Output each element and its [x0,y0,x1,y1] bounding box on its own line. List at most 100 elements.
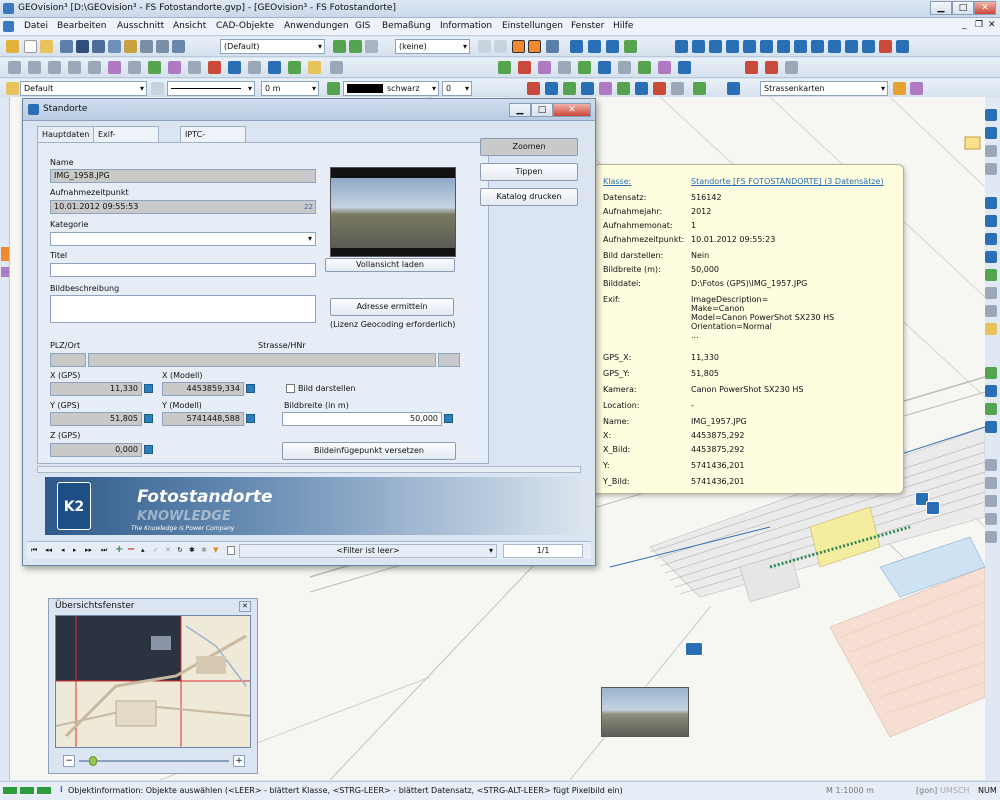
rotate-b-icon[interactable] [985,385,997,397]
dialog-close-button[interactable]: ✕ [553,103,591,117]
attr-a-icon[interactable] [527,82,540,95]
search-record-icon[interactable]: ✱ [189,546,195,554]
nav-left-icon[interactable] [985,145,997,157]
first-record-icon[interactable]: ⏮ [31,546,37,555]
menu-bemassung[interactable]: Bemaßung [382,21,431,31]
add-record-icon[interactable]: + [115,544,123,555]
modify-d-icon[interactable] [558,61,571,74]
filter-checkbox[interactable] [227,546,235,555]
name-field[interactable]: IMG_1958.JPG [50,169,316,183]
table-icon[interactable] [268,61,281,74]
info-f-icon[interactable] [760,40,773,53]
tippen-button[interactable]: Tippen [480,163,578,181]
measure-b-icon[interactable] [985,477,997,489]
info-l-icon[interactable] [862,40,875,53]
rotate-d-icon[interactable] [985,421,997,433]
menu-bearbeiten[interactable]: Bearbeiten [57,21,106,31]
zoom-out-icon[interactable] [985,215,997,227]
menu-cad-objekte[interactable]: CAD-Objekte [216,21,274,31]
bildbreite-input[interactable]: 50,000 [282,412,442,426]
attr-f-icon[interactable] [617,82,630,95]
delete-record-icon[interactable]: − [127,544,135,555]
delete-b-icon[interactable] [765,61,778,74]
map-photo-thumbnail[interactable] [601,687,689,737]
bildbreite-calc-icon[interactable] [444,414,453,423]
menu-einstellungen[interactable]: Einstellungen [502,21,563,31]
color-pick-icon[interactable] [327,82,340,95]
style-edit-icon[interactable] [151,82,164,95]
point-icon[interactable] [8,61,21,74]
rotate-a-icon[interactable] [985,367,997,379]
export-icon[interactable] [124,40,137,53]
polyline-icon[interactable] [48,61,61,74]
mdi-minimize-icon[interactable]: _ [962,20,967,30]
measure-a-icon[interactable] [985,459,997,471]
menu-gis[interactable]: GIS [355,21,370,31]
slider-thumb[interactable] [89,756,97,766]
block-icon[interactable] [228,61,241,74]
layer3-icon[interactable] [365,40,378,53]
adresse-ermitteln-button[interactable]: Adresse ermitteln [330,298,454,316]
kategorie-select[interactable]: ▾ [50,232,316,246]
time-field[interactable]: 10.01.2012 09:55:53 22 [50,200,316,214]
linetype-combo[interactable] [167,81,255,96]
ort-strasse-field[interactable] [88,353,436,367]
last-record-icon[interactable]: ⏭ [101,546,107,555]
measure-e-icon[interactable] [985,531,997,543]
modify-e-icon[interactable] [578,61,591,74]
arc-icon[interactable] [88,61,101,74]
zoom-in-icon[interactable] [985,197,997,209]
filter-combo[interactable]: <Filter ist leer> ▾ [239,544,497,558]
modify-f-icon[interactable] [598,61,611,74]
zoom-in-button[interactable]: + [233,755,245,767]
menu-datei[interactable]: Datei [24,21,48,31]
fill-icon[interactable] [308,61,321,74]
attr-h-icon[interactable] [653,82,666,95]
bookmark-icon[interactable]: ✱ [201,546,207,554]
print-icon[interactable] [156,40,169,53]
info-j-icon[interactable] [828,40,841,53]
minimize-button[interactable]: ▁ [930,1,952,15]
info-k-icon[interactable] [845,40,858,53]
attr-k-icon[interactable] [727,82,740,95]
edit-record-icon[interactable]: ▴ [141,546,145,554]
prev-record-icon[interactable]: ◂ [61,546,65,554]
hnr-field[interactable] [438,353,460,367]
info-b-icon[interactable] [692,40,705,53]
xmod-calc-icon[interactable] [246,384,255,393]
post-record-icon[interactable]: ✓ [153,546,159,554]
next-page-icon[interactable]: ▸▸ [85,546,92,554]
tool-b-icon[interactable] [588,40,601,53]
info-c-icon[interactable] [709,40,722,53]
measure-d-icon[interactable] [985,513,997,525]
dialog-maximize-button[interactable]: □ [531,103,553,117]
left-tool-active-icon[interactable] [1,247,9,261]
left-tool-icon[interactable] [1,267,9,277]
layer2-icon[interactable] [349,40,362,53]
layer-combo[interactable]: (keine) [395,39,470,54]
pan-hand-icon[interactable] [985,323,997,335]
mdi-close-icon[interactable]: ✕ [988,20,996,30]
modify-i-icon[interactable] [658,61,671,74]
dialog-titlebar[interactable]: Standorte ▁ □ ✕ [23,99,595,121]
overview-close-icon[interactable]: ✕ [239,601,251,612]
mdi-restore-icon[interactable]: ❐ [975,20,983,30]
next-record-icon[interactable]: ▸ [73,546,77,554]
zoom-out-button[interactable]: − [63,755,75,767]
ygps-calc-icon[interactable] [144,414,153,423]
plz-field[interactable] [50,353,86,367]
delete-c-icon[interactable] [785,61,798,74]
background-b-icon[interactable] [910,82,923,95]
modify-a-icon[interactable] [498,61,511,74]
zoomen-button[interactable]: Zoomen [480,138,578,156]
info-m-icon[interactable] [879,40,892,53]
text-icon[interactable] [248,61,261,74]
layer-icon[interactable] [333,40,346,53]
info-d-icon[interactable] [726,40,739,53]
tab-iptc-informationen[interactable]: IPTC-Informationen [180,126,247,154]
snap2-icon[interactable] [528,40,541,53]
circle-icon[interactable] [108,61,121,74]
zgps-field[interactable]: 0,000 [50,443,142,457]
attr-c-icon[interactable] [563,82,576,95]
info-g-icon[interactable] [777,40,790,53]
